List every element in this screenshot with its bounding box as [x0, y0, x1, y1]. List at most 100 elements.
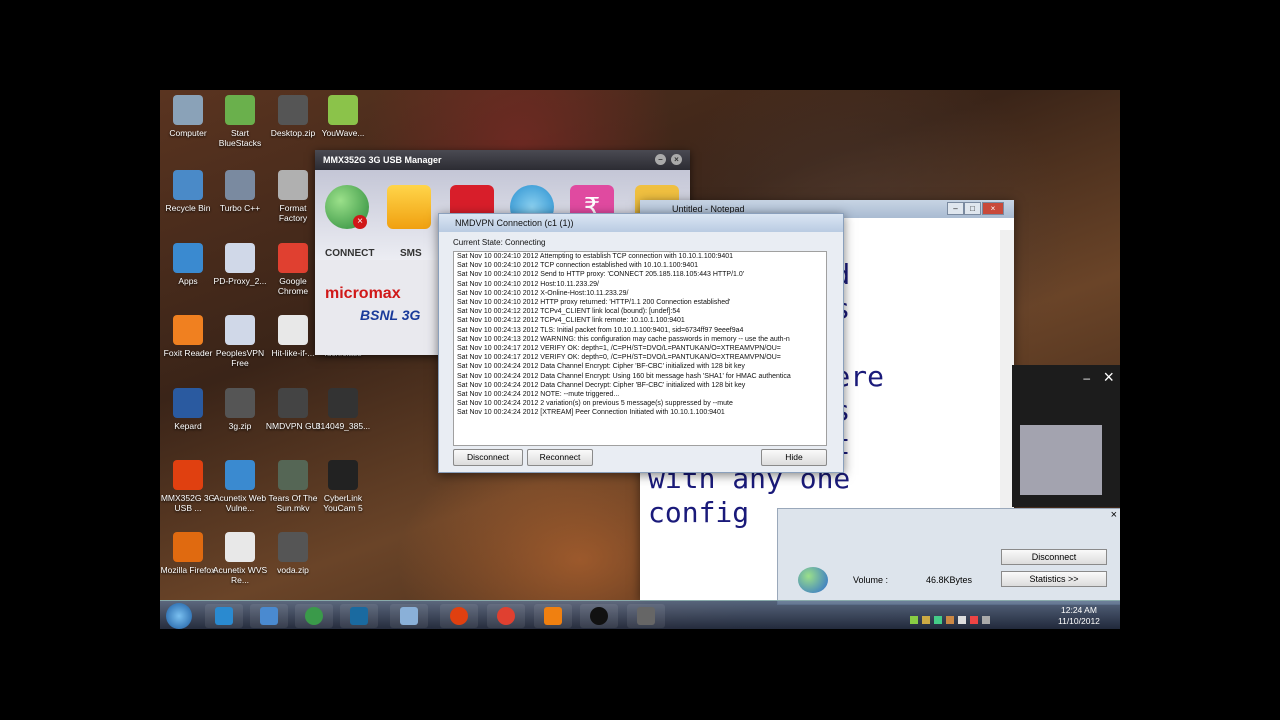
desktop-icon[interactable]: Start BlueStacks	[212, 95, 268, 148]
taskbar-explorer[interactable]	[250, 604, 288, 628]
desktop-icon[interactable]: PeoplesVPN Free	[212, 315, 268, 368]
close-icon[interactable]: ×	[1111, 509, 1117, 521]
taskbar-notepad[interactable]	[390, 604, 428, 628]
hide-button[interactable]: Hide	[761, 449, 827, 466]
taskbar-nmdvpn[interactable]	[627, 604, 665, 628]
desktop-icon-label: YouWave...	[321, 128, 365, 138]
desktop-icon[interactable]: CyberLink YouCam 5	[315, 460, 371, 513]
system-tray[interactable]	[910, 611, 1040, 624]
minimize-icon[interactable]: –	[1083, 371, 1090, 385]
desktop-icon[interactable]: Google Chrome	[265, 243, 321, 296]
taskbar-vlc[interactable]	[534, 604, 572, 628]
folder-icon	[260, 607, 278, 625]
connection-panel: × Disconnect Volume : 46.8KBytes Statist…	[777, 508, 1120, 605]
volume-value: 46.8KBytes	[926, 575, 973, 585]
desktop: Computer Start BlueStacks Desktop.zip YouWa…	[160, 90, 1120, 629]
desktop-icon-label: Recycle Bin	[165, 203, 211, 213]
micromax-icon	[450, 607, 468, 625]
firefox-icon	[173, 532, 203, 562]
taskbar: 12:24 AM 11/10/2012	[160, 600, 1120, 629]
connection-log[interactable]: Sat Nov 10 00:24:10 2012 Attempting to e…	[453, 251, 827, 446]
desktop-icon[interactable]: Kepard	[160, 388, 216, 431]
disconnect-button[interactable]: Disconnect	[1001, 549, 1107, 565]
minimize-icon[interactable]: –	[655, 154, 666, 165]
desktop-icon-label: Tears Of The Sun.mkv	[268, 493, 318, 513]
taskbar-media[interactable]	[340, 604, 378, 628]
document-icon	[225, 315, 255, 345]
close-icon[interactable]: ×	[671, 154, 682, 165]
disconnected-icon: ×	[353, 215, 367, 229]
taskbar-ie[interactable]	[205, 604, 243, 628]
desktop-icon-label: NMDVPN GUI	[265, 421, 321, 431]
nmdvpn-icon	[278, 388, 308, 418]
desktop-icon[interactable]: PD-Proxy_2...	[212, 243, 268, 286]
desktop-icon[interactable]: YouWave...	[315, 95, 371, 138]
taskbar-chrome[interactable]	[487, 604, 525, 628]
taskbar-globe[interactable]	[295, 604, 333, 628]
connect-label[interactable]: CONNECT	[325, 248, 374, 259]
desktop-icon-label: 3g.zip	[228, 421, 252, 431]
taskbar-webcam[interactable]	[580, 604, 618, 628]
minimize-icon[interactable]: –	[947, 202, 964, 215]
desktop-icon[interactable]: voda.zip	[265, 532, 321, 575]
desktop-icon-label: Kepard	[174, 421, 202, 431]
desktop-icon[interactable]: Foxit Reader	[160, 315, 216, 358]
foxit-icon	[173, 315, 203, 345]
usb-manager-titlebar: MMX352G 3G USB Manager – ×	[315, 150, 690, 170]
desktop-icon-label: Desktop.zip	[270, 128, 316, 138]
desktop-icon-label: CyberLink YouCam 5	[323, 493, 363, 513]
log-line: Sat Nov 10 00:24:17 2012 VERIFY OK: dept…	[457, 345, 781, 353]
sms-label[interactable]: SMS	[400, 248, 422, 259]
desktop-icon[interactable]: MMX352G 3G USB ...	[160, 460, 216, 513]
desktop-icon-label: MMX352G 3G USB ...	[160, 493, 216, 513]
clock-time: 12:24 AM	[1061, 605, 1097, 615]
ie-icon	[215, 607, 233, 625]
close-icon[interactable]: ×	[1103, 367, 1114, 388]
clock[interactable]: 12:24 AM 11/10/2012	[1058, 605, 1100, 627]
desktop-icon[interactable]: Computer	[160, 95, 216, 138]
log-line: Sat Nov 10 00:24:12 2012 TCPv4_CLIENT li…	[457, 317, 685, 325]
sms-envelope-icon[interactable]	[387, 185, 431, 229]
desktop-icon[interactable]: Desktop.zip	[265, 95, 321, 138]
desktop-icon[interactable]: Recycle Bin	[160, 170, 216, 213]
taskbar-micromax[interactable]	[440, 604, 478, 628]
desktop-icon[interactable]: Turbo C++	[212, 170, 268, 213]
maximize-icon[interactable]: □	[964, 202, 981, 215]
micromax-icon	[173, 460, 203, 490]
desktop-icon[interactable]: Hit-like-if-...	[265, 315, 321, 358]
log-line: Sat Nov 10 00:24:24 2012 Data Channel De…	[457, 381, 746, 389]
log-line: Sat Nov 10 00:24:12 2012 TCPv4_CLIENT li…	[457, 308, 681, 316]
zip-icon	[225, 388, 255, 418]
statistics-button[interactable]: Statistics >>	[1001, 571, 1107, 587]
bsnl-logo: BSNL 3G	[360, 307, 421, 323]
desktop-icon[interactable]: Acunetix WVS Re...	[212, 532, 268, 585]
log-line: Sat Nov 10 00:24:13 2012 TLS: Initial pa…	[457, 326, 744, 334]
desktop-icon[interactable]: 3g.zip	[212, 388, 268, 431]
desktop-icon[interactable]: NMDVPN GUI	[265, 388, 321, 431]
log-line: Sat Nov 10 00:24:24 2012 Data Channel En…	[457, 372, 791, 380]
desktop-icon[interactable]: Apps	[160, 243, 216, 286]
desktop-icon[interactable]: Mozilla Firefox	[160, 532, 216, 575]
close-icon[interactable]: ×	[982, 202, 1004, 215]
desktop-icon[interactable]: Acunetix Web Vulne...	[212, 460, 268, 513]
reconnect-button[interactable]: Reconnect	[527, 449, 593, 466]
desktop-icon-label: Mozilla Firefox	[160, 565, 216, 575]
desktop-icon[interactable]: Tears Of The Sun.mkv	[265, 460, 321, 513]
media-icon	[350, 607, 368, 625]
video-icon	[278, 460, 308, 490]
desktop-icon[interactable]: 314049_385...	[315, 388, 371, 431]
volume-label: Volume :	[853, 575, 889, 585]
zip-icon	[278, 95, 308, 125]
notepad-icon	[400, 607, 418, 625]
log-line: Sat Nov 10 00:24:10 2012 Send to HTTP pr…	[457, 271, 745, 279]
video-preview-window: – ×	[1012, 365, 1120, 507]
start-button[interactable]	[166, 603, 192, 629]
image-icon	[278, 315, 308, 345]
brand-name: micromax	[325, 285, 401, 302]
desktop-icon[interactable]: Format Factory	[265, 170, 321, 223]
chrome-icon	[497, 607, 515, 625]
disconnect-button[interactable]: Disconnect	[453, 449, 523, 466]
desktop-icon-label: Foxit Reader	[163, 348, 213, 358]
vpn-connection-dialog: NMDVPN Connection (c1 (1)) Current State…	[438, 213, 844, 473]
android-icon	[328, 95, 358, 125]
